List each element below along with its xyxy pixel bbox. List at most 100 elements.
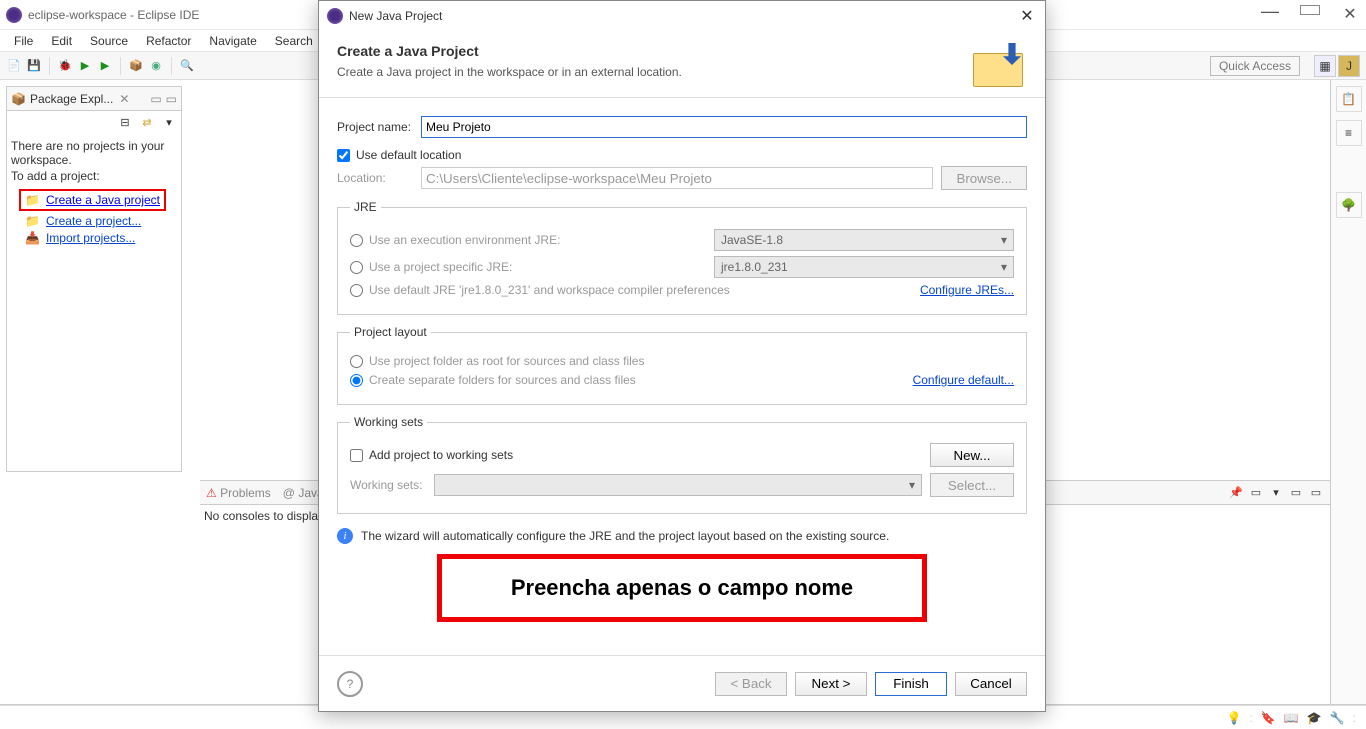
dialog-heading: Create a Java Project <box>337 43 682 59</box>
minimize-view-icon[interactable]: ▭ <box>150 92 161 106</box>
ws-chk-label: Add project to working sets <box>369 448 513 462</box>
minimize-icon[interactable]: — <box>1260 1 1280 22</box>
java-perspective-icon[interactable]: J <box>1338 55 1360 77</box>
task-list-icon[interactable]: 📋 <box>1336 86 1362 112</box>
working-sets-select: ▾ <box>434 474 922 496</box>
menu-refactor[interactable]: Refactor <box>138 32 199 50</box>
link-editor-icon[interactable]: ⇄ <box>139 114 155 130</box>
save-icon[interactable]: 💾 <box>26 58 42 74</box>
close-tab-icon[interactable]: ✕ <box>119 92 129 106</box>
configure-default-link[interactable]: Configure default... <box>913 373 1014 387</box>
jre-legend: JRE <box>350 200 381 214</box>
status-icon-1[interactable]: 🔖 <box>1261 711 1276 725</box>
import-projects-link[interactable]: Import projects... <box>46 231 135 245</box>
debug-icon[interactable]: 🐞 <box>57 58 73 74</box>
jre-opt2-label: Use a project specific JRE: <box>369 260 708 274</box>
menu-edit[interactable]: Edit <box>43 32 80 50</box>
eclipse-title-text: eclipse-workspace - Eclipse IDE <box>28 8 199 22</box>
outline-tree-icon[interactable]: 🌳 <box>1336 192 1362 218</box>
jre-env-select[interactable]: JavaSE-1.8▾ <box>714 229 1014 251</box>
empty-workspace-msg-1: There are no projects in your workspace. <box>11 139 177 167</box>
tab-problems[interactable]: ⚠ Problems <box>206 486 271 500</box>
menu-search[interactable]: Search <box>267 32 321 50</box>
ws-legend: Working sets <box>350 415 427 429</box>
layout-legend: Project layout <box>350 325 431 339</box>
layout-separate-radio[interactable] <box>350 374 363 387</box>
status-icon-2[interactable]: 📖 <box>1284 711 1299 725</box>
new-java-project-dialog: New Java Project ✕ Create a Java Project… <box>318 0 1046 712</box>
view-menu-icon[interactable]: ▾ <box>161 114 177 130</box>
create-project-link[interactable]: Create a project... <box>46 214 141 228</box>
package-explorer-view: 📦 Package Expl... ✕ ▭ ▭ ⊟ ⇄ ▾ There are … <box>6 86 182 472</box>
new-project-icon: 📁 <box>25 214 40 228</box>
jre-opt3-label: Use default JRE 'jre1.8.0_231' and works… <box>369 283 730 297</box>
console-maximize-icon[interactable]: ▭ <box>1308 485 1324 501</box>
console-open-icon[interactable]: ▾ <box>1268 485 1284 501</box>
configure-jres-link[interactable]: Configure JREs... <box>920 283 1014 297</box>
quick-access[interactable]: Quick Access <box>1210 56 1300 76</box>
menu-navigate[interactable]: Navigate <box>201 32 264 50</box>
working-sets-group: Working sets Add project to working sets… <box>337 415 1027 514</box>
collapse-all-icon[interactable]: ⊟ <box>117 114 133 130</box>
finish-button[interactable]: Finish <box>875 672 947 696</box>
console-display-icon[interactable]: ▭ <box>1248 485 1264 501</box>
ws-label: Working sets: <box>350 478 428 492</box>
info-icon: i <box>337 528 353 544</box>
jre-default-radio[interactable] <box>350 284 363 297</box>
console-pin-icon[interactable]: 📌 <box>1228 485 1244 501</box>
use-default-location-checkbox[interactable] <box>337 149 350 162</box>
wizard-folder-icon <box>973 43 1027 87</box>
new-icon[interactable]: 📄 <box>6 58 22 74</box>
dialog-title: New Java Project <box>349 9 442 23</box>
chevron-down-icon: ▾ <box>1001 260 1007 274</box>
create-java-project-link[interactable]: Create a Java project <box>46 193 160 207</box>
next-button[interactable]: Next > <box>795 672 867 696</box>
perspective-switcher-icon[interactable]: ▦ <box>1314 55 1336 77</box>
chevron-down-icon: ▾ <box>1001 233 1007 247</box>
dialog-maximize-icon[interactable] <box>983 6 1003 26</box>
new-class-icon[interactable]: ◉ <box>148 58 164 74</box>
wizard-info-text: The wizard will automatically configure … <box>361 529 889 543</box>
jre-group: JRE Use an execution environment JRE: Ja… <box>337 200 1027 315</box>
maximize-view-icon[interactable]: ▭ <box>166 92 177 106</box>
tip-icon[interactable]: 💡 <box>1227 711 1242 725</box>
new-package-icon[interactable]: 📦 <box>128 58 144 74</box>
dialog-close-icon[interactable]: ✕ <box>1017 6 1037 26</box>
coverage-icon[interactable]: ▶ <box>97 58 113 74</box>
jre-opt1-label: Use an execution environment JRE: <box>369 233 708 247</box>
console-minimize-icon[interactable]: ▭ <box>1288 485 1304 501</box>
jre-specific-select[interactable]: jre1.8.0_231▾ <box>714 256 1014 278</box>
empty-workspace-msg-2: To add a project: <box>11 169 177 183</box>
outline-icon[interactable]: ≡ <box>1336 120 1362 146</box>
callout-annotation: Preencha apenas o campo nome <box>437 554 927 622</box>
maximize-icon[interactable] <box>1300 4 1320 25</box>
use-default-location-label: Use default location <box>356 148 461 162</box>
search-icon[interactable]: 🔍 <box>179 58 195 74</box>
help-icon[interactable]: ? <box>337 671 363 697</box>
eclipse-icon <box>6 7 22 23</box>
project-layout-group: Project layout Use project folder as roo… <box>337 325 1027 405</box>
layout-opt2-label: Create separate folders for sources and … <box>369 373 636 387</box>
back-button: < Back <box>715 672 787 696</box>
project-name-input[interactable] <box>421 116 1027 138</box>
jre-specific-radio[interactable] <box>350 261 363 274</box>
select-working-set-button: Select... <box>930 473 1014 497</box>
right-trim: 📋 ≡ 🌳 <box>1330 80 1366 704</box>
status-icon-4[interactable]: 🔧 <box>1330 711 1345 725</box>
status-icon-3[interactable]: 🎓 <box>1307 711 1322 725</box>
project-name-label: Project name: <box>337 120 415 134</box>
menu-file[interactable]: File <box>6 32 41 50</box>
menu-source[interactable]: Source <box>82 32 136 50</box>
close-icon[interactable]: ✕ <box>1340 4 1360 25</box>
run-icon[interactable]: ▶ <box>77 58 93 74</box>
package-icon: 📦 <box>11 92 26 106</box>
java-project-icon: 📁 <box>25 193 40 207</box>
new-working-set-button[interactable]: New... <box>930 443 1014 467</box>
import-icon: 📥 <box>25 231 40 245</box>
add-to-working-sets-checkbox[interactable] <box>350 449 363 462</box>
cancel-button[interactable]: Cancel <box>955 672 1027 696</box>
location-label: Location: <box>337 171 415 185</box>
jre-execution-env-radio[interactable] <box>350 234 363 247</box>
layout-root-radio[interactable] <box>350 355 363 368</box>
dialog-subheading: Create a Java project in the workspace o… <box>337 65 682 79</box>
